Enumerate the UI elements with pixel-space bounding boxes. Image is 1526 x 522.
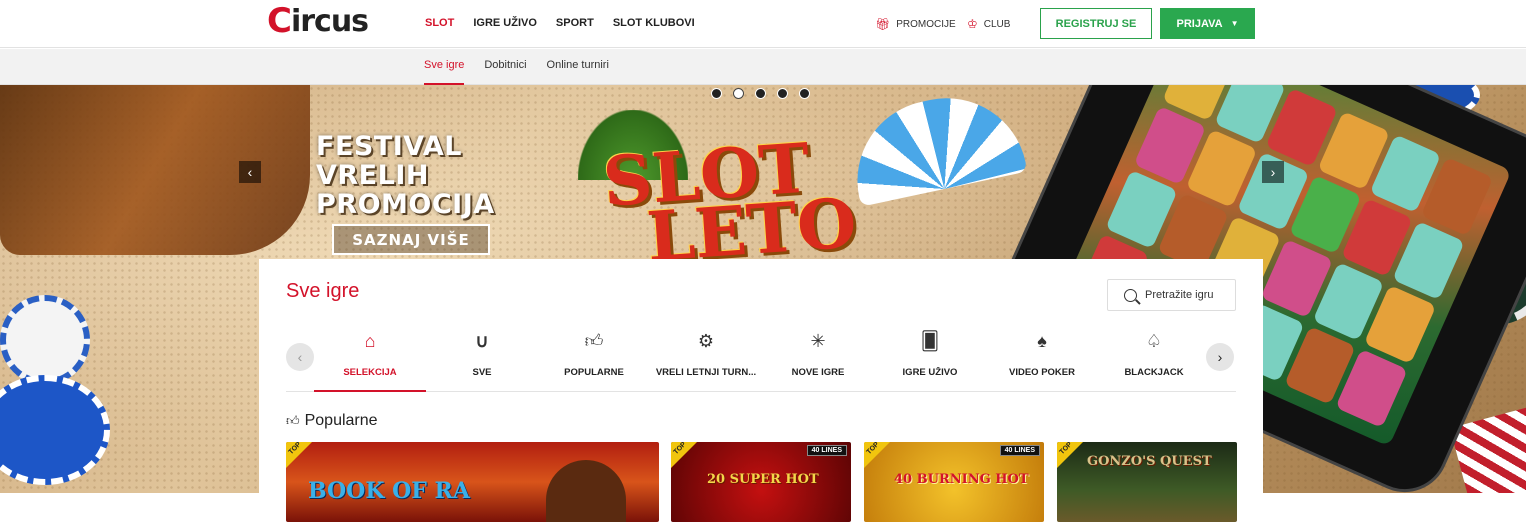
tab-sve[interactable]: ∪ SVE [426,320,538,392]
game-tile-40-burning-hot[interactable]: TOP 40 LINES 40 BURNING HOT [864,442,1044,522]
tab-label: SELEKCIJA [343,367,397,378]
chip-icon: ⚙ [697,331,715,351]
subnav-sve-igre[interactable]: Sve igre [424,49,465,85]
hero-prev-arrow-icon[interactable]: ‹ [239,161,261,183]
nav-sport[interactable]: SPORT [556,0,594,48]
promocije-label: PROMOCIJE [896,18,956,30]
tab-selekcija[interactable]: ⌂ SELEKCIJA [314,320,426,392]
lines-badge: 40 LINES [806,445,847,456]
card-icon: ♠ [1037,331,1047,351]
tab-igre-uzivo[interactable]: 🂠 IGRE UŽIVO [874,320,986,392]
saznaj-vise-button[interactable]: SAZNAJ VIŠE [332,224,490,255]
games-panel: Sve igre Pretražite igru ‹ ⌂ SELEKCIJA ∪… [259,259,1263,522]
tab-nove-igre[interactable]: ✳ NOVE IGRE [762,320,874,392]
logo-text: ircus [290,3,369,39]
leto-word: LETO [644,183,859,278]
game-tile-book-of-ra[interactable]: TOP BOOK OF RA [286,442,659,522]
gift-icon: 🎁︎ [875,17,891,31]
tab-label: SVE [472,367,492,378]
sub-header: Sve igre Dobitnici Online turniri [0,49,1526,85]
game-name: 40 BURNING HOT [894,472,1029,487]
tab-video-poker[interactable]: ♠ VIDEO POKER [986,320,1098,392]
blackjack-card-icon: ♤ [1145,331,1163,351]
poker-chips-image [0,295,120,493]
nav-igre-uzivo[interactable]: IGRE UŽIVO [473,0,537,48]
headline-line-2: VRELIH [316,160,429,191]
tab-blackjack[interactable]: ♤ BLACKJACK [1098,320,1210,392]
register-button[interactable]: REGISTRUJ SE [1040,8,1152,39]
game-name: 20 SUPER HOT [707,472,819,487]
main-nav: SLOT IGRE UŽIVO SPORT SLOT KLUBOVI [425,0,695,48]
carousel-dot[interactable] [711,88,722,99]
hero-headline: FESTIVAL VRELIH PROMOCIJA [316,132,495,219]
headline-line-1: FESTIVAL [316,131,462,162]
popular-section-title: 👍︎ Popularne [286,412,378,430]
game-tile-gonzos-quest[interactable]: TOP GONZO'S QUEST [1057,442,1237,522]
drink-glass-image [0,85,310,255]
hero-next-arrow-icon[interactable]: › [1262,161,1284,183]
thumbs-up-icon: 👍︎ [584,331,604,351]
headline-line-3: PROMOCIJA [316,189,495,220]
club-label: CLUB [983,18,1011,30]
tab-label: VRELI LETNJI TURN... [655,367,757,378]
lines-badge: 40 LINES [999,445,1040,456]
game-tile-20-super-hot[interactable]: TOP 40 LINES 20 SUPER HOT [671,442,851,522]
tab-popularne[interactable]: 👍︎ POPULARNE [538,320,650,392]
sparkle-icon: ✳ [810,331,826,351]
category-next-icon[interactable]: › [1206,343,1234,371]
horseshoe-icon: ∪ [475,331,489,351]
thumbs-up-icon: 👍︎ [286,413,300,428]
tab-label: VIDEO POKER [1009,367,1075,378]
game-name: GONZO'S QUEST [1087,454,1212,469]
explorer-image [546,460,626,522]
search-input[interactable]: Pretražite igru [1107,279,1236,311]
nav-slot[interactable]: SLOT [425,0,454,48]
tab-label: NOVE IGRE [791,367,845,378]
nav-slot-klubovi[interactable]: SLOT KLUBOVI [613,0,695,48]
login-button[interactable]: PRIJAVA ▼ [1160,8,1255,39]
carousel-dot-active[interactable] [733,88,744,99]
carousel-dot[interactable] [777,88,788,99]
search-placeholder: Pretražite igru [1145,289,1214,301]
slot-leto-logo: SLOT LETO [600,128,859,278]
carousel-dots [711,88,810,99]
club-link[interactable]: ♔ CLUB [967,0,1010,48]
tab-vreli-letnji-turniri[interactable]: ⚙ VRELI LETNJI TURN... [650,320,762,392]
subnav-online-turniri[interactable]: Online turniri [547,49,609,85]
search-icon [1124,288,1137,302]
login-label: PRIJAVA [1176,17,1223,30]
category-tabs: ‹ ⌂ SELEKCIJA ∪ SVE 👍︎ POPULARNE ⚙ VRELI… [286,320,1236,392]
logo-letter: C [267,1,292,41]
tab-label: IGRE UŽIVO [902,367,958,378]
caret-down-icon: ▼ [1230,19,1239,28]
sub-nav: Sve igre Dobitnici Online turniri [424,49,609,85]
live-card-icon: 🂠 [920,331,940,351]
tab-label: POPULARNE [564,367,624,378]
carousel-dot[interactable] [755,88,766,99]
game-name: BOOK OF RA [308,478,470,504]
top-header: Circus SLOT IGRE UŽIVO SPORT SLOT KLUBOV… [0,0,1526,48]
subnav-dobitnici[interactable]: Dobitnici [484,49,526,85]
carousel-dot[interactable] [799,88,810,99]
popular-title-text: Popularne [304,412,378,429]
home-icon: ⌂ [364,331,376,351]
promocije-link[interactable]: 🎁︎ PROMOCIJE [875,0,956,48]
tab-label: BLACKJACK [1124,367,1184,378]
crown-icon: ♔ [967,17,978,31]
category-prev-icon[interactable]: ‹ [286,343,314,371]
circus-logo[interactable]: Circus [267,1,369,41]
panel-title: Sve igre [286,280,360,302]
